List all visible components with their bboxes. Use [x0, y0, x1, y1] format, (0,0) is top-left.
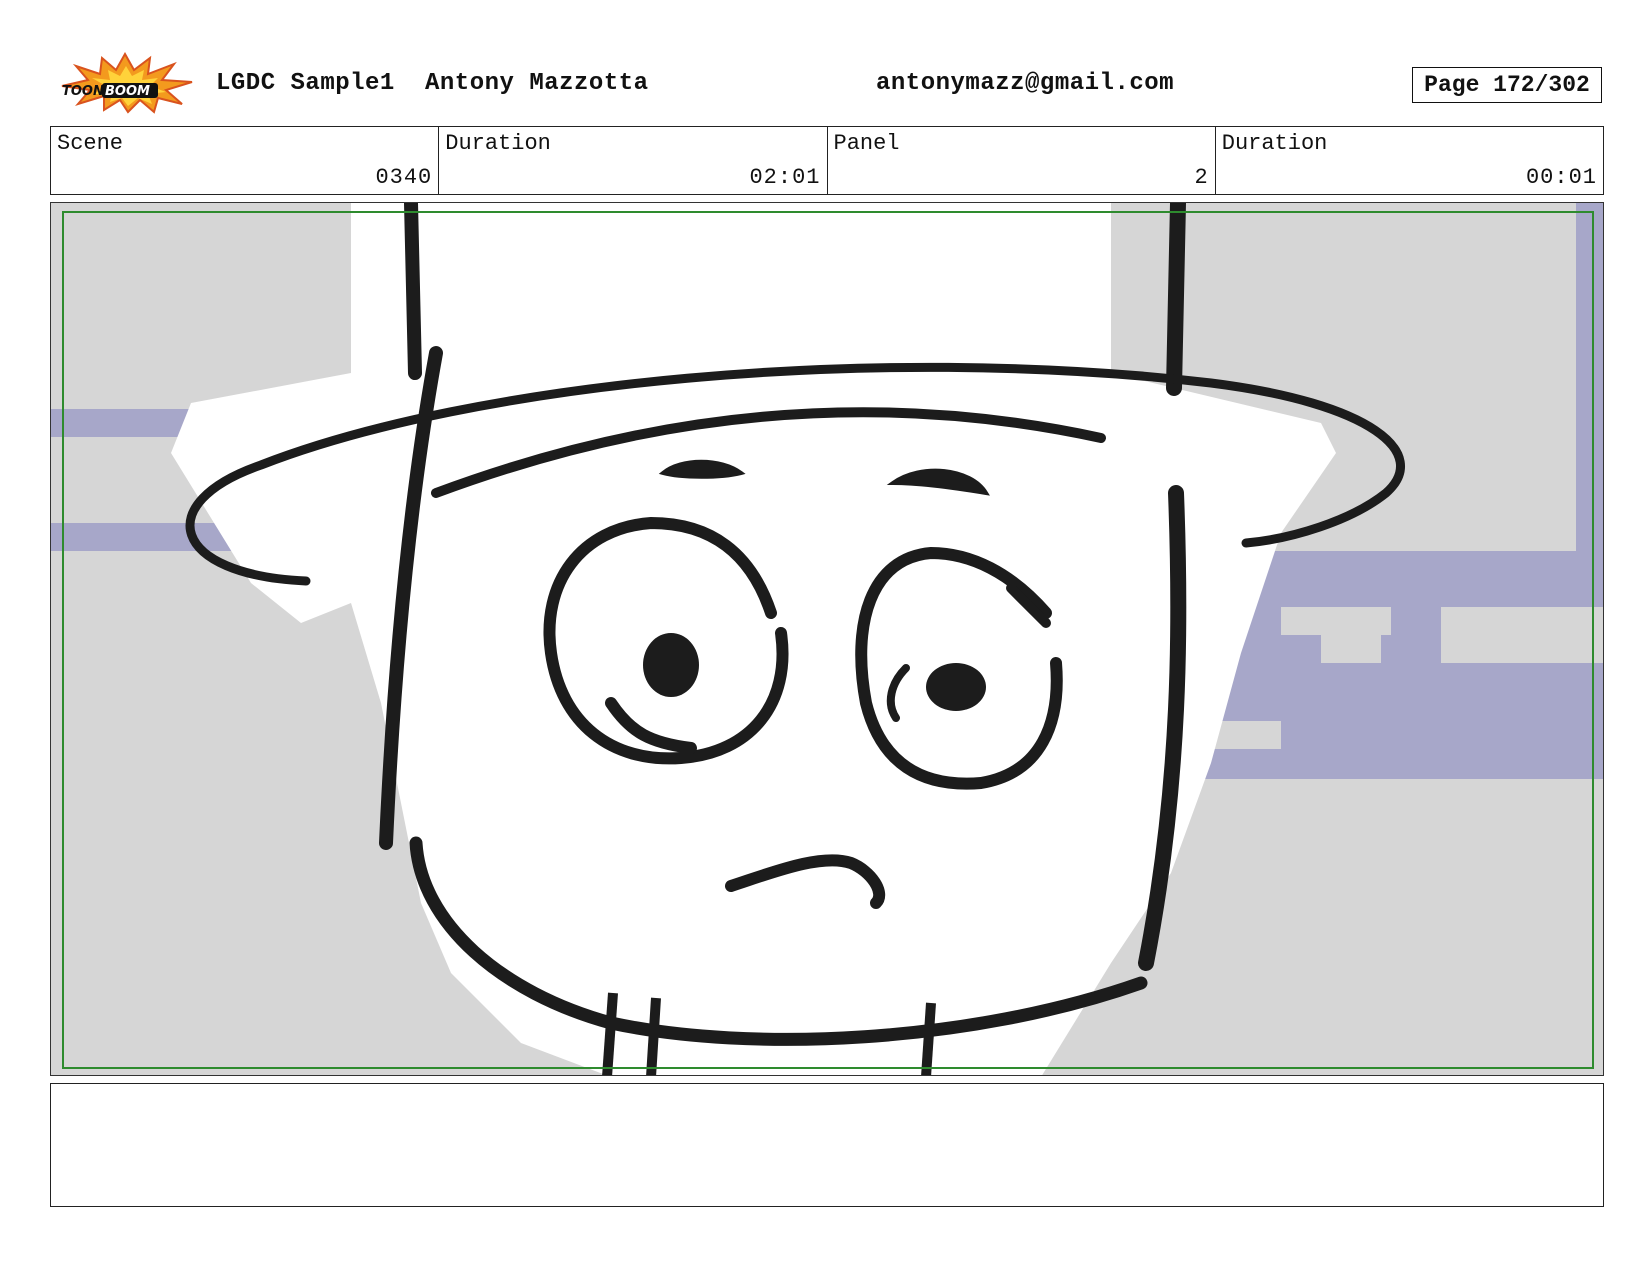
svg-text:BOOM: BOOM	[105, 84, 150, 99]
author-email: antonymazz@gmail.com	[876, 70, 1175, 97]
scene-value: 0340	[375, 165, 433, 190]
panel-cell: Panel 2	[828, 127, 1216, 194]
storyboard-panel	[50, 202, 1604, 1076]
scene-cell: Scene 0340	[51, 127, 440, 194]
panel-value: 2	[1194, 165, 1209, 190]
project-title: LGDC Sample1	[216, 70, 395, 97]
panel-duration-value: 00:01	[1525, 165, 1597, 190]
scene-duration-cell: Duration 02:01	[439, 127, 828, 194]
scene-info-table: Scene 0340 Duration 02:01 Panel 2 Durati…	[50, 126, 1604, 195]
svg-text:TOON: TOON	[62, 84, 104, 99]
character-drawing	[51, 203, 1603, 1075]
panel-label: Panel	[833, 131, 900, 156]
scene-duration-value: 02:01	[749, 165, 821, 190]
scene-label: Scene	[57, 131, 124, 156]
panel-duration-label: Duration	[1221, 131, 1328, 156]
panel-notes-box	[50, 1083, 1604, 1207]
page-number: Page 172/302	[1412, 67, 1602, 103]
scene-duration-label: Duration	[445, 131, 551, 156]
toonboom-logo-icon: TOON BOOM	[61, 51, 193, 114]
panel-duration-cell: Duration 00:01	[1216, 127, 1603, 194]
author-name: Antony Mazzotta	[425, 70, 649, 97]
toonboom-logo: TOON BOOM	[54, 51, 196, 114]
